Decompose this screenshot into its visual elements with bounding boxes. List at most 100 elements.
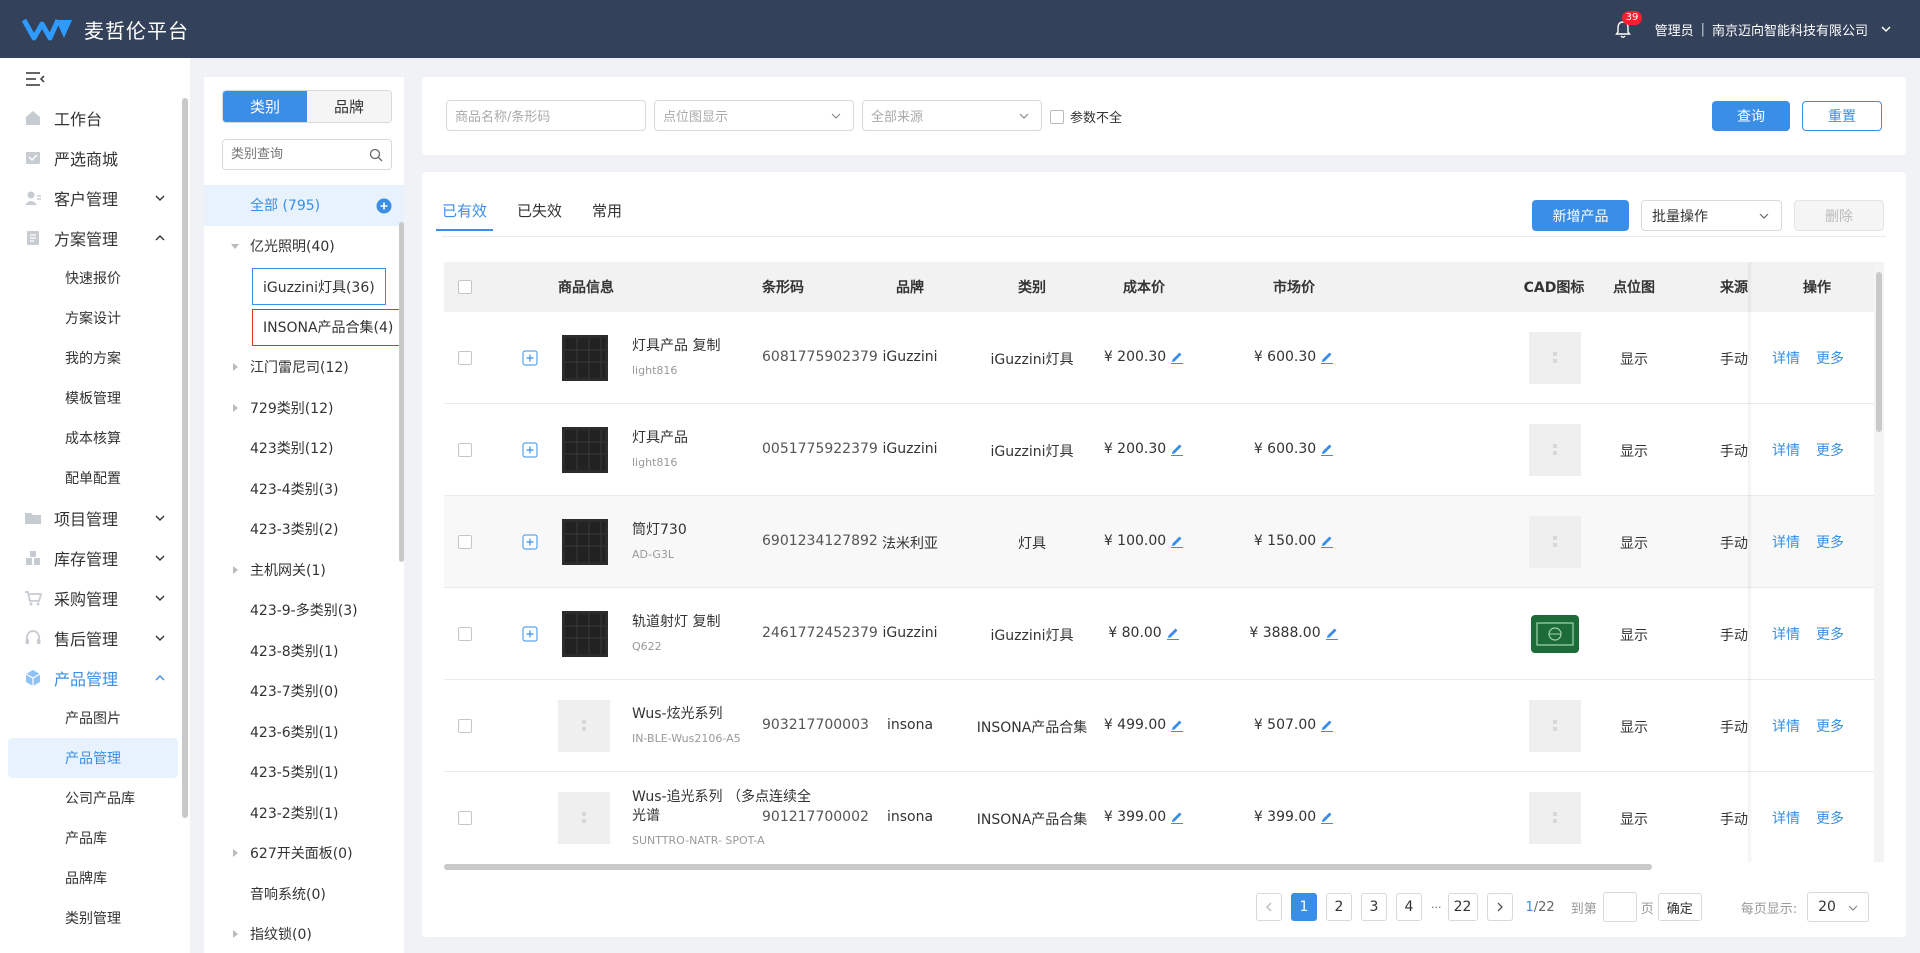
point-map-select[interactable]: 点位图显示: [654, 100, 854, 131]
nav-sub-my-plans[interactable]: 我的方案: [8, 338, 178, 378]
nav-item-project[interactable]: 项目管理: [8, 498, 178, 538]
nav-sub-company-library[interactable]: 公司产品库: [8, 778, 178, 818]
caret-right-icon[interactable]: [228, 401, 242, 415]
more-link[interactable]: 更多: [1816, 440, 1844, 460]
caret-right-icon[interactable]: [228, 563, 242, 577]
nav-sub-product-images[interactable]: 产品图片: [8, 698, 178, 738]
nav-item-mall[interactable]: 严选商城: [8, 138, 178, 178]
category-item[interactable]: 423-6类别(1): [204, 712, 404, 753]
edit-pencil-icon[interactable]: [1170, 534, 1184, 548]
category-item[interactable]: 423-4类别(3): [204, 469, 404, 510]
company-name[interactable]: 南京迈向智能科技有限公司: [1712, 20, 1868, 39]
source-select[interactable]: 全部来源: [862, 100, 1042, 131]
chevron-down-icon[interactable]: [1880, 23, 1892, 35]
edit-pencil-icon[interactable]: [1320, 442, 1334, 456]
query-button[interactable]: 查询: [1712, 101, 1790, 131]
nav-sub-cost[interactable]: 成本核算: [8, 418, 178, 458]
category-search-input[interactable]: [231, 147, 361, 162]
page-3[interactable]: 3: [1361, 893, 1387, 921]
category-item[interactable]: 423-8类别(1): [204, 631, 404, 672]
nav-sub-plan-design[interactable]: 方案设计: [8, 298, 178, 338]
table-row[interactable]: 轨道射灯 复制 Q622 2461772452379 iGuzzini iGuzzini…: [444, 588, 1884, 680]
tab-invalid[interactable]: 已失效: [517, 200, 562, 231]
nav-item-workbench[interactable]: 工作台: [8, 98, 178, 138]
edit-pencil-icon[interactable]: [1170, 442, 1184, 456]
page-ellipsis[interactable]: ···: [1431, 901, 1442, 914]
page-1[interactable]: 1: [1291, 893, 1317, 921]
add-category-icon[interactable]: [376, 198, 392, 214]
cad-placeholder[interactable]: [1529, 516, 1581, 568]
detail-link[interactable]: 详情: [1772, 532, 1800, 552]
nav-item-customer[interactable]: 客户管理: [8, 178, 178, 218]
more-link[interactable]: 更多: [1816, 348, 1844, 368]
next-page-button[interactable]: [1486, 893, 1513, 921]
nav-item-inventory[interactable]: 库存管理: [8, 538, 178, 578]
checkbox-box[interactable]: [1050, 109, 1064, 124]
table-row[interactable]: Wus-追光系列 （多点连续全光谱 SUNTTRO-NATR- SPOT-A 901…: [444, 772, 1884, 862]
caret-right-icon[interactable]: [228, 927, 242, 941]
row-checkbox[interactable]: [458, 627, 472, 641]
more-link[interactable]: 更多: [1816, 624, 1844, 644]
logo[interactable]: 麦哲伦平台: [22, 15, 189, 44]
table-row[interactable]: 灯具产品 复制 light816 6081775902379 iGuzzini iGuz…: [444, 312, 1884, 404]
page-4[interactable]: 4: [1396, 893, 1422, 921]
incomplete-params-checkbox[interactable]: 参数不全: [1050, 107, 1122, 126]
nav-sub-templates[interactable]: 模板管理: [8, 378, 178, 418]
cad-placeholder[interactable]: [1529, 792, 1581, 844]
tab-valid[interactable]: 已有效: [435, 200, 494, 231]
category-item[interactable]: 423-3类别(2): [204, 509, 404, 550]
tab-category[interactable]: 类别: [223, 91, 307, 122]
select-all-checkbox[interactable]: [458, 280, 472, 294]
edit-pencil-icon[interactable]: [1170, 718, 1184, 732]
reset-button[interactable]: 重置: [1802, 101, 1882, 131]
product-thumbnail-placeholder[interactable]: [558, 700, 610, 752]
table-vertical-scrollbar[interactable]: [1876, 272, 1882, 432]
detail-link[interactable]: 详情: [1772, 440, 1800, 460]
cad-placeholder[interactable]: [1529, 332, 1581, 384]
row-checkbox[interactable]: [458, 351, 472, 365]
nav-sub-config[interactable]: 配单配置: [8, 458, 178, 498]
category-item[interactable]: INSONA产品合集(4): [204, 307, 405, 348]
edit-pencil-icon[interactable]: [1320, 718, 1334, 732]
category-item[interactable]: 423类别(12): [204, 428, 404, 469]
nav-sub-brand-library[interactable]: 品牌库: [8, 858, 178, 898]
nav-item-product[interactable]: 产品管理: [8, 658, 178, 698]
expand-row-icon[interactable]: [522, 442, 538, 458]
delete-button[interactable]: 删除: [1794, 200, 1884, 231]
more-link[interactable]: 更多: [1816, 532, 1844, 552]
product-name-input[interactable]: 商品名称/条形码: [446, 100, 646, 131]
nav-sub-product-management[interactable]: 产品管理: [8, 738, 178, 778]
row-checkbox[interactable]: [458, 811, 472, 825]
table-row[interactable]: 筒灯730 AD-G3L 6901234127892 法米利亚 灯具 ¥ 100.00 ¥ …: [444, 496, 1884, 588]
page-last[interactable]: 22: [1447, 893, 1478, 921]
per-page-select[interactable]: 20: [1807, 892, 1870, 922]
category-item[interactable]: 江门雷尼司(12): [204, 347, 404, 388]
row-checkbox[interactable]: [458, 443, 472, 457]
search-icon[interactable]: [369, 148, 383, 162]
edit-pencil-icon[interactable]: [1170, 810, 1184, 824]
table-row[interactable]: Wus-炫光系列 IN-BLE-Wus2106-A5 903217700003 ins…: [444, 680, 1884, 772]
user-role[interactable]: 管理员: [1655, 20, 1694, 39]
page-2[interactable]: 2: [1326, 893, 1352, 921]
category-item[interactable]: 423-2类别(1): [204, 793, 404, 834]
edit-pencil-icon[interactable]: [1170, 350, 1184, 364]
expand-row-icon[interactable]: [522, 534, 538, 550]
category-item[interactable]: iGuzzini灯具(36): [204, 266, 404, 307]
more-link[interactable]: 更多: [1816, 716, 1844, 736]
detail-link[interactable]: 详情: [1772, 348, 1800, 368]
table-row[interactable]: 灯具产品 light816 0051775922379 iGuzzini iGuzzin…: [444, 404, 1884, 496]
expand-row-icon[interactable]: [522, 350, 538, 366]
notification-bell[interactable]: 39: [1613, 11, 1643, 39]
detail-link[interactable]: 详情: [1772, 808, 1800, 828]
table-horizontal-scrollbar[interactable]: [444, 864, 1652, 870]
expand-row-icon[interactable]: [522, 626, 538, 642]
batch-operation-select[interactable]: 批量操作: [1641, 200, 1782, 231]
category-child-item[interactable]: INSONA产品合集(4): [252, 308, 405, 346]
category-item[interactable]: 亿光照明(40): [204, 226, 404, 267]
nav-sub-quick-quote[interactable]: 快速报价: [8, 258, 178, 298]
category-item[interactable]: 423-9-多类别(3): [204, 590, 404, 631]
edit-pencil-icon[interactable]: [1320, 350, 1334, 364]
row-checkbox[interactable]: [458, 719, 472, 733]
edit-pencil-icon[interactable]: [1325, 626, 1339, 640]
menu-collapse-icon[interactable]: [24, 70, 46, 88]
